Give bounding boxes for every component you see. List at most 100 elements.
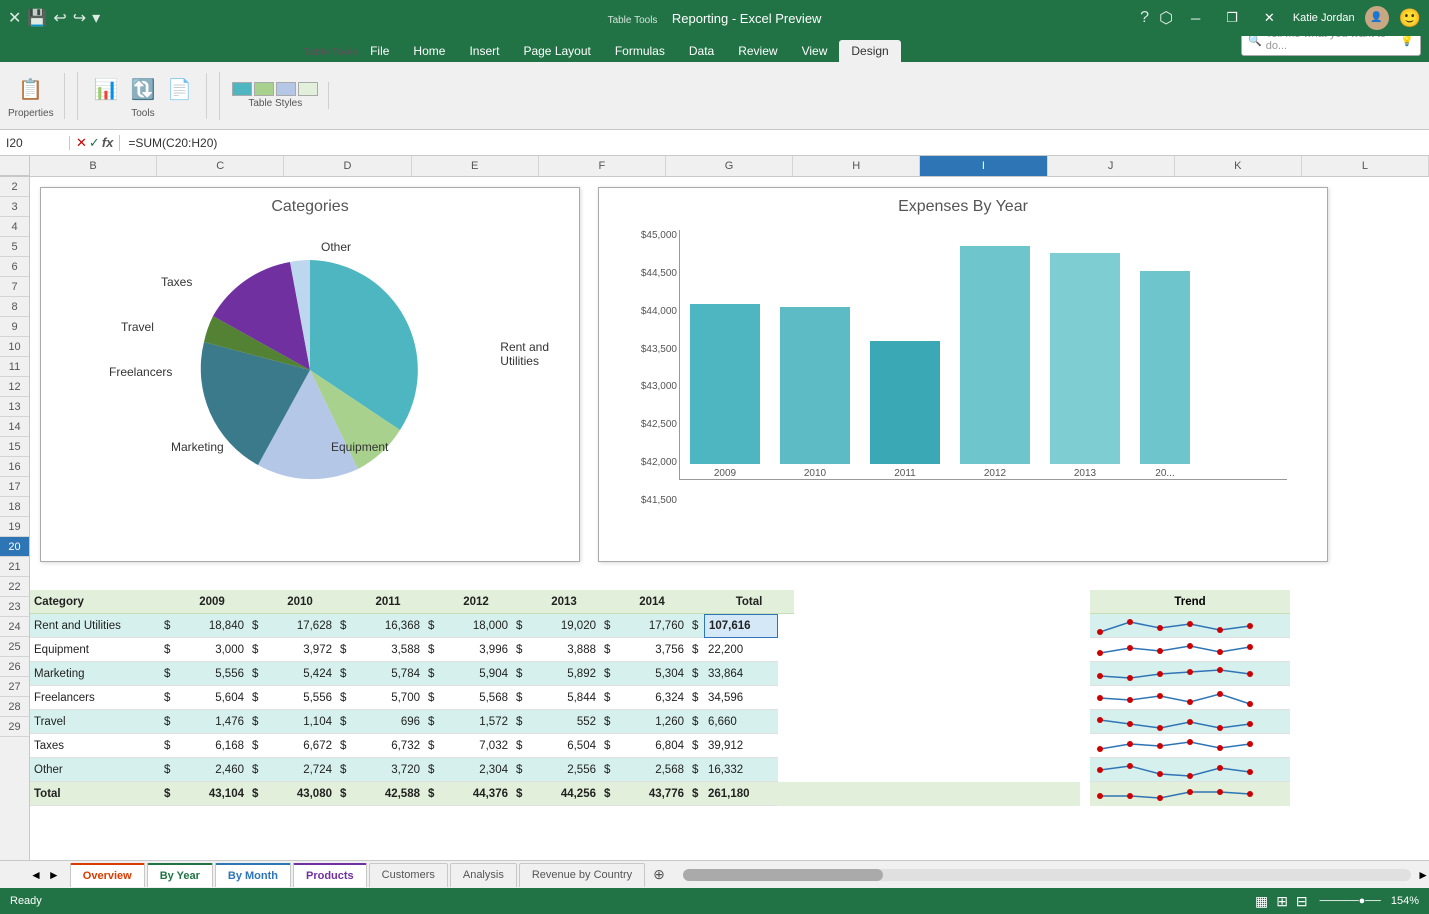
summarize-with-pivottable-icon[interactable]: 📊 <box>90 73 123 106</box>
table-row-22[interactable]: Marketing $ 5,556 $ 5,424 $ 5,784 $ 5,90… <box>30 662 1080 686</box>
zoom-slider[interactable]: ─────●── <box>1320 895 1381 907</box>
tab-analysis[interactable]: Analysis <box>450 863 517 887</box>
scrollbar-track[interactable] <box>683 869 1411 881</box>
style-swatch-2[interactable] <box>254 82 274 96</box>
tab-view[interactable]: View <box>790 40 840 62</box>
row-num-13: 13 <box>0 397 29 417</box>
bar-rect-2013 <box>1050 253 1120 464</box>
cell-2011-24: 696 <box>352 710 424 734</box>
cell-2014-26: 2,568 <box>616 758 688 782</box>
row-num-6: 6 <box>0 257 29 277</box>
bar-chart-title: Expenses By Year <box>599 198 1327 216</box>
cell-2010-25: 6,672 <box>264 734 336 758</box>
customize-icon[interactable]: ▾ <box>92 8 100 28</box>
sheet-content[interactable]: Categories <box>30 177 1429 860</box>
redo-icon[interactable]: ↪ <box>73 8 86 28</box>
tab-products[interactable]: Products <box>293 863 367 887</box>
cell-2010-22: 5,424 <box>264 662 336 686</box>
ribbon-divider-1 <box>77 72 78 120</box>
table-row-24[interactable]: Travel $ 1,476 $ 1,104 $ 696 $ 1,572 $ 5… <box>30 710 1080 734</box>
row-num-23: 23 <box>0 597 29 617</box>
cell-2010-26: 2,724 <box>264 758 336 782</box>
table-row-23[interactable]: Freelancers $ 5,604 $ 5,556 $ 5,700 $ 5,… <box>30 686 1080 710</box>
table-name-icon[interactable]: 📋 <box>14 73 47 106</box>
cell-sym-20-6: $ <box>600 614 616 638</box>
bar-2014: 20... <box>1140 271 1190 479</box>
cell-sym-20-1: $ <box>160 614 176 638</box>
cell-sym-20-7: $ <box>688 614 704 638</box>
page-layout-view-icon[interactable]: ⊞ <box>1274 891 1290 912</box>
convert-to-range-icon[interactable]: 📄 <box>163 73 196 106</box>
table-row-25[interactable]: Taxes $ 6,168 $ 6,672 $ 6,732 $ 7,032 $ … <box>30 734 1080 758</box>
confirm-formula-icon[interactable]: ✓ <box>89 135 100 151</box>
insert-function-icon[interactable]: fx <box>102 135 114 150</box>
help-icon[interactable]: ? <box>1140 9 1149 27</box>
scrollbar-thumb[interactable] <box>683 869 883 881</box>
row-num-5: 5 <box>0 237 29 257</box>
tab-by-year[interactable]: By Year <box>147 863 213 887</box>
trend-row-27 <box>1090 782 1290 806</box>
cell-2010-20: 17,628 <box>264 614 336 638</box>
tab-pagelayout[interactable]: Page Layout <box>511 40 602 62</box>
table-row-26[interactable]: Other $ 2,460 $ 2,724 $ 3,720 $ 2,304 $ … <box>30 758 1080 782</box>
undo-icon[interactable]: ↩ <box>53 8 66 28</box>
table-row-20[interactable]: Rent and Utilities $ 18,840 $ 17,628 $ 1… <box>30 614 1080 638</box>
style-swatch-1[interactable] <box>232 82 252 96</box>
cell-sym-26-1: $ <box>160 758 176 782</box>
cell-reference[interactable]: I20 <box>0 136 70 150</box>
tab-formulas[interactable]: Formulas <box>603 40 677 62</box>
header-empty-f <box>512 590 528 614</box>
minimize-button[interactable]: ─ <box>1183 11 1208 26</box>
tab-review[interactable]: Review <box>726 40 789 62</box>
tab-design[interactable]: Design <box>839 40 900 62</box>
scroll-sheet-right[interactable]: ► <box>1417 868 1429 882</box>
cell-2009-22: 5,556 <box>176 662 248 686</box>
cell-total-22: 33,864 <box>704 662 778 686</box>
style-swatch-3[interactable] <box>276 82 296 96</box>
tab-insert[interactable]: Insert <box>457 40 511 62</box>
col-header-f: F <box>539 156 666 176</box>
tab-data[interactable]: Data <box>677 40 726 62</box>
cell-sym-23-6: $ <box>600 686 616 710</box>
restore-button[interactable]: ❐ <box>1218 10 1246 26</box>
page-break-view-icon[interactable]: ⊟ <box>1294 891 1310 912</box>
cell-sym-22-3: $ <box>336 662 352 686</box>
tab-overview[interactable]: Overview <box>70 863 145 887</box>
cell-sym-27-2: $ <box>248 782 264 806</box>
tab-revenue-by-country[interactable]: Revenue by Country <box>519 863 645 887</box>
y-label-5: $43,000 <box>641 381 677 392</box>
normal-view-icon[interactable]: ▦ <box>1253 891 1270 912</box>
row-num-3: 3 <box>0 197 29 217</box>
cell-2010-24: 1,104 <box>264 710 336 734</box>
tab-home[interactable]: Home <box>401 40 457 62</box>
col-header-j: J <box>1048 156 1175 176</box>
scroll-right-icon[interactable]: ► <box>48 868 60 882</box>
tab-file[interactable]: File <box>358 40 401 62</box>
cell-2014-23: 6,324 <box>616 686 688 710</box>
tabtool-label: Table Tools <box>304 47 358 62</box>
formula-bar: I20 ✕ ✓ fx =SUM(C20:H20) <box>0 130 1429 156</box>
cell-cat-26: Other <box>30 758 160 782</box>
cell-sym-21-6: $ <box>600 638 616 662</box>
row-num-26: 26 <box>0 657 29 677</box>
tab-by-month[interactable]: By Month <box>215 863 291 887</box>
emoji-icon: 🙂 <box>1399 8 1421 29</box>
row-num-16: 16 <box>0 457 29 477</box>
cancel-formula-icon[interactable]: ✕ <box>76 135 87 151</box>
share-icon[interactable]: ⬡ <box>1159 8 1173 28</box>
formula-input[interactable]: =SUM(C20:H20) <box>120 136 1429 150</box>
tab-customers[interactable]: Customers <box>369 863 448 887</box>
remove-duplicates-icon[interactable]: 🔃 <box>126 73 159 106</box>
cell-2009-21: 3,000 <box>176 638 248 662</box>
trend-row-25 <box>1090 734 1290 758</box>
table-row-21[interactable]: Equipment $ 3,000 $ 3,972 $ 3,588 $ 3,99… <box>30 638 1080 662</box>
add-sheet-button[interactable]: ⊕ <box>647 866 671 883</box>
cell-sym-26-3: $ <box>336 758 352 782</box>
close-button[interactable]: ✕ <box>1256 10 1283 26</box>
scroll-left-icon[interactable]: ◄ <box>30 868 42 882</box>
header-2014: 2014 <box>616 590 688 614</box>
cell-sym-24-4: $ <box>424 710 440 734</box>
cell-2011-27: 42,588 <box>352 782 424 806</box>
style-swatch-4[interactable] <box>298 82 318 96</box>
save-icon[interactable]: 💾 <box>27 8 47 28</box>
